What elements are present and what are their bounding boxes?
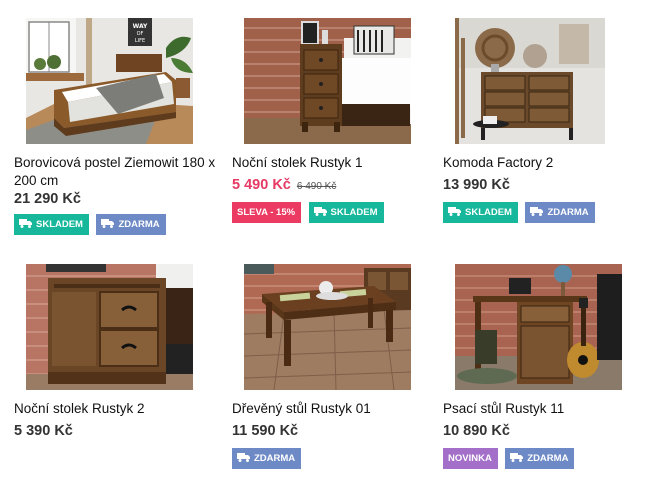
product-image-nightstand[interactable]: [244, 18, 411, 144]
svg-text:WAY: WAY: [133, 23, 148, 30]
product-title[interactable]: Borovicová postel Ziemowit 180 x 200 cm: [14, 154, 224, 190]
product-price: 5 490 Kč 6 490 Kč: [232, 177, 337, 193]
product-title[interactable]: Dřevěný stůl Rustyk 01: [232, 400, 442, 418]
truck-icon: [313, 207, 327, 216]
truck-icon: [19, 219, 32, 228]
old-price: 6 490 Kč: [296, 181, 337, 192]
truck-icon: [530, 207, 544, 216]
product-image-desk[interactable]: [455, 264, 622, 390]
badge-group: SKLADEM ZDARMA: [14, 214, 169, 235]
badge-in-stock: SKLADEM: [308, 202, 384, 223]
product-price: 21 290 Kč: [14, 191, 81, 207]
badge-group: SLEVA - 15% SKLADEM: [232, 202, 387, 223]
badge-discount: SLEVA - 15%: [232, 202, 302, 223]
product-image-table[interactable]: [244, 264, 411, 390]
badge-in-stock: SKLADEM: [14, 214, 89, 235]
truck-icon: [237, 453, 250, 462]
product-image-nightstand-2[interactable]: [26, 264, 193, 390]
product-title[interactable]: Psací stůl Rustyk 11: [443, 400, 650, 418]
svg-text:OF: OF: [137, 31, 144, 37]
product-image-bed[interactable]: WAY OF LIFE: [26, 18, 193, 144]
product-price: 5 390 Kč: [14, 423, 73, 439]
truck-icon: [510, 453, 524, 462]
badge-group: SKLADEM ZDARMA: [443, 202, 598, 223]
product-price: 13 990 Kč: [443, 177, 510, 193]
product-image-dresser[interactable]: [455, 18, 605, 144]
badge-free-shipping: ZDARMA: [96, 214, 166, 235]
badge-new: NOVINKA: [443, 448, 498, 469]
product-price: 10 890 Kč: [443, 423, 510, 439]
product-price: 11 590 Kč: [232, 423, 299, 439]
product-title[interactable]: Komoda Factory 2: [443, 154, 650, 172]
badge-group: NOVINKA ZDARMA: [443, 448, 577, 469]
badge-free-shipping: ZDARMA: [525, 202, 595, 223]
badge-in-stock: SKLADEM: [443, 202, 518, 223]
truck-icon: [448, 207, 461, 216]
product-title[interactable]: Noční stolek Rustyk 2: [14, 400, 224, 418]
svg-text:LIFE: LIFE: [135, 38, 145, 44]
badge-free-shipping: ZDARMA: [505, 448, 575, 469]
badge-group: ZDARMA: [232, 448, 304, 469]
product-title[interactable]: Noční stolek Rustyk 1: [232, 154, 442, 172]
badge-free-shipping: ZDARMA: [232, 448, 302, 469]
truck-icon: [101, 219, 115, 228]
